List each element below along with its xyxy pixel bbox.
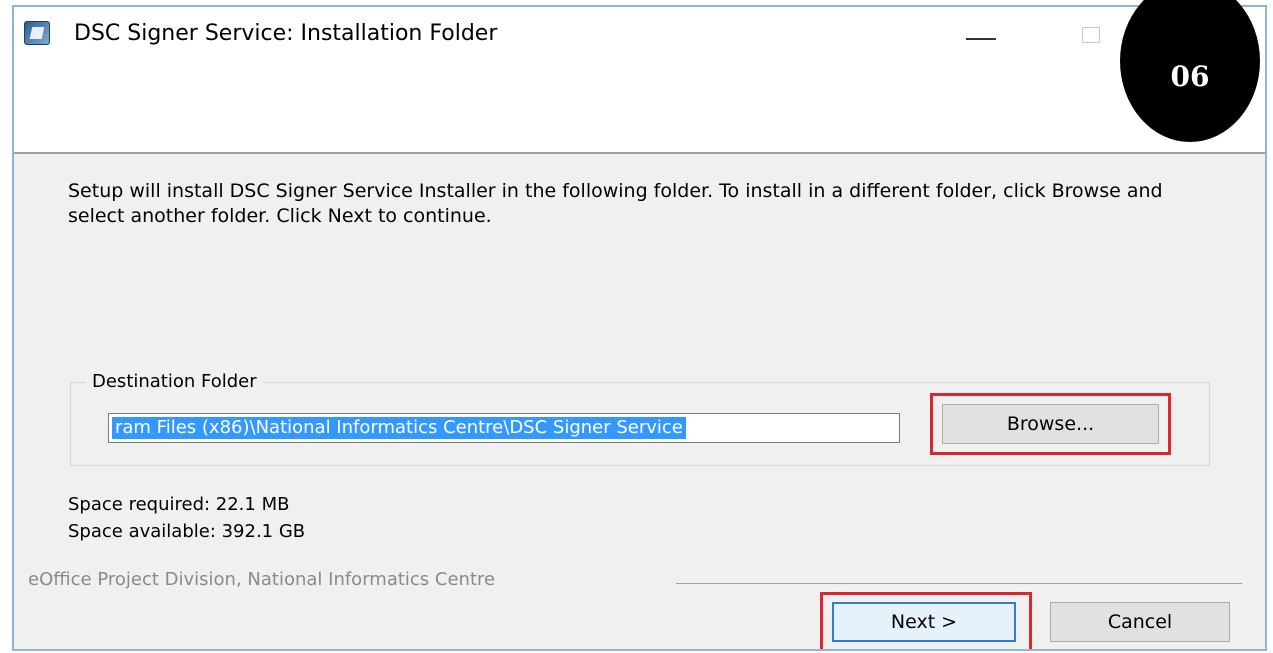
- instructions-text: Setup will install DSC Signer Service In…: [68, 180, 1163, 227]
- cancel-button[interactable]: Cancel: [1050, 602, 1230, 642]
- space-required-text: Space required: 22.1 MB: [68, 494, 290, 515]
- minimize-icon[interactable]: [966, 21, 996, 43]
- installer-icon: [24, 21, 50, 45]
- next-button[interactable]: Next >: [832, 602, 1016, 642]
- browse-button[interactable]: Browse...: [942, 404, 1159, 444]
- footer-divider: [676, 583, 1242, 584]
- destination-path-input[interactable]: ram Files (x86)\National Informatics Cen…: [108, 413, 900, 443]
- maximize-icon[interactable]: [1082, 27, 1100, 43]
- window-header: DSC Signer Service: Installation Folder: [14, 7, 1265, 154]
- destination-path-value: ram Files (x86)\National Informatics Cen…: [112, 417, 686, 439]
- installer-window: DSC Signer Service: Installation Folder …: [12, 5, 1267, 651]
- window-title: DSC Signer Service: Installation Folder: [74, 21, 498, 46]
- space-available-text: Space available: 392.1 GB: [68, 521, 306, 542]
- branding-text: eOffice Project Division, National Infor…: [28, 569, 496, 590]
- destination-folder-label: Destination Folder: [86, 371, 263, 392]
